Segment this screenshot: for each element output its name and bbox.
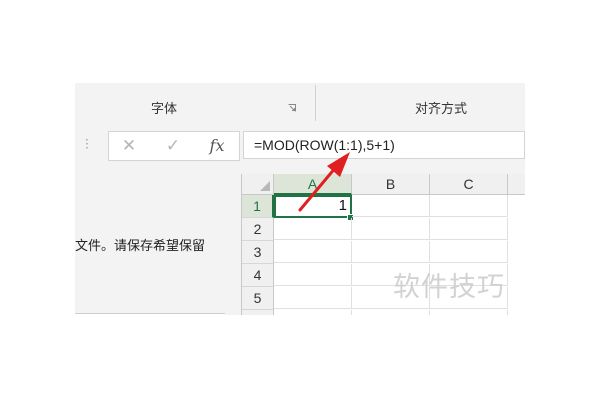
watermark-text: 软件技巧 <box>393 272 505 303</box>
annotation-arrow-icon <box>298 152 350 212</box>
